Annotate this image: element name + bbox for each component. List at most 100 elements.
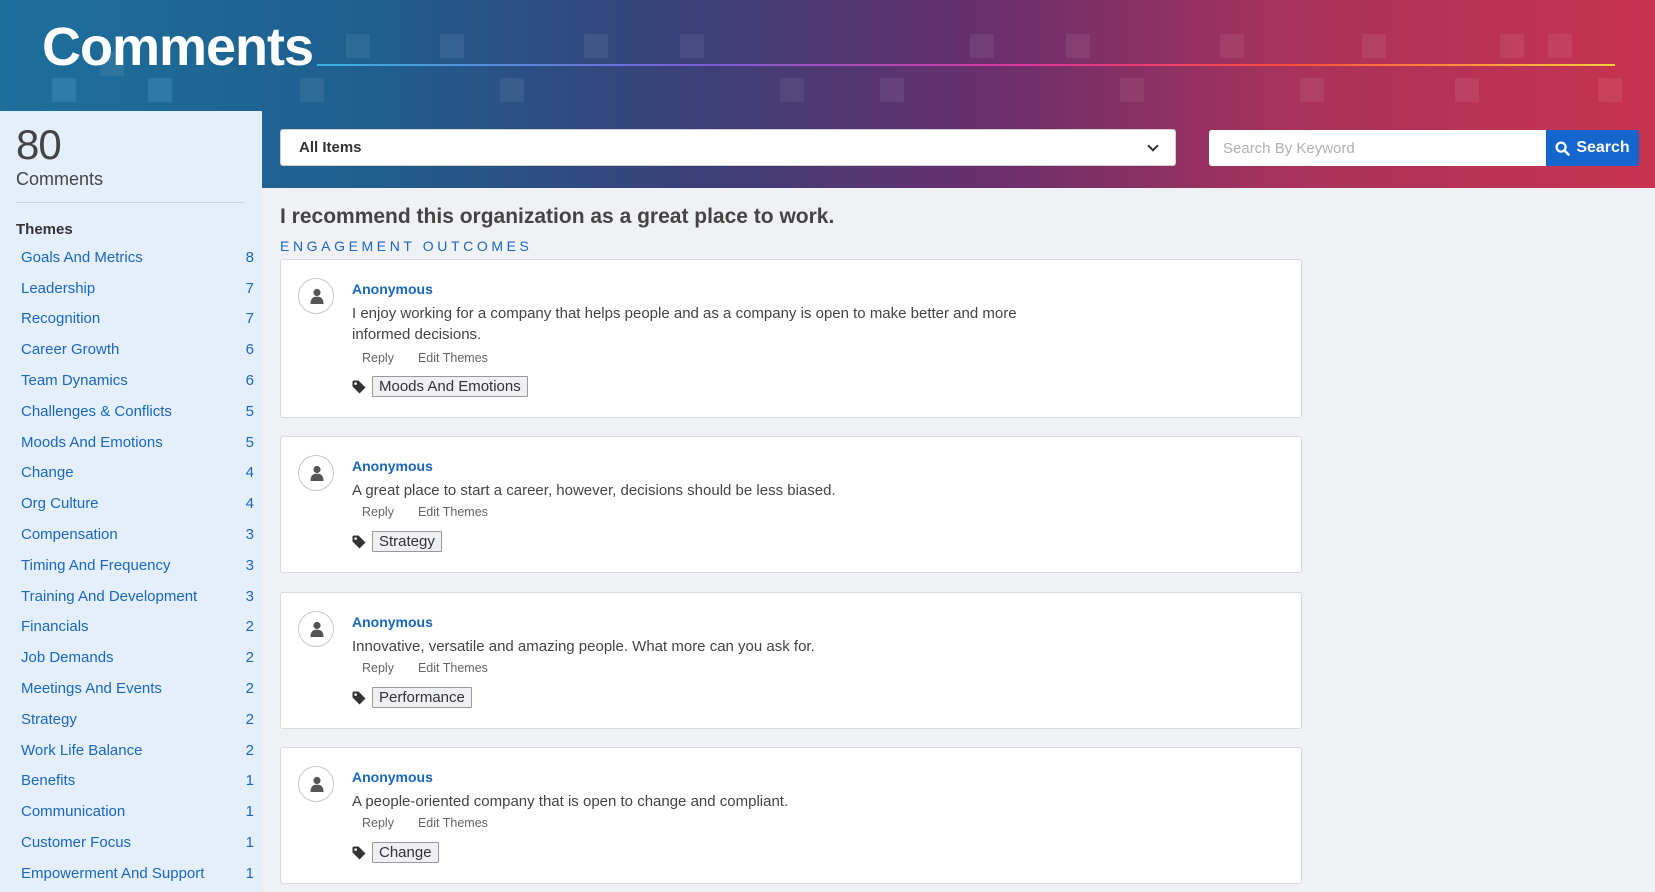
theme-label[interactable]: Goals And Metrics [21,249,143,266]
theme-count: 3 [245,526,254,544]
theme-tag[interactable]: Strategy [372,531,442,552]
theme-label[interactable]: Recognition [21,310,100,327]
item-filter-select[interactable]: All Items [280,129,1176,166]
edit-themes-link[interactable]: Edit Themes [418,351,488,365]
comment-card: Anonymous Innovative, versatile and amazi… [280,592,1302,729]
theme-label[interactable]: Change [21,464,74,481]
edit-themes-link[interactable]: Edit Themes [418,816,488,830]
theme-item[interactable]: Change 4 [16,458,262,489]
theme-label[interactable]: Meetings And Events [21,680,162,697]
theme-item[interactable]: Benefits 1 [16,766,262,797]
theme-label[interactable]: Leadership [21,280,95,297]
theme-item[interactable]: Compensation 3 [16,519,262,550]
theme-item[interactable]: Training And Development 3 [16,581,262,612]
theme-label[interactable]: Work Life Balance [21,742,142,759]
chevron-down-icon [1147,139,1159,152]
theme-item[interactable]: Team Dynamics 6 [16,365,262,396]
reply-link[interactable]: Reply [362,816,394,830]
theme-tag[interactable]: Moods And Emotions [372,376,528,397]
search-input[interactable] [1209,130,1547,166]
theme-item[interactable]: Goals And Metrics 8 [16,242,262,273]
theme-item[interactable]: Moods And Emotions 5 [16,427,262,458]
theme-count: 1 [245,772,254,790]
theme-count: 2 [245,710,254,728]
theme-label[interactable]: Customer Focus [21,834,131,851]
comment-author[interactable]: Anonymous [352,614,433,630]
theme-item[interactable]: Career Growth 6 [16,334,262,365]
reply-link[interactable]: Reply [362,661,394,675]
comment-text: A great place to start a career, however… [352,482,836,499]
theme-label[interactable]: Communication [21,803,125,820]
comment-card: Anonymous I enjoy working for a company t… [280,259,1302,418]
title-divider [317,64,1615,66]
theme-count: 3 [245,587,254,605]
theme-label[interactable]: Training And Development [21,588,197,605]
theme-item[interactable]: Leadership 7 [16,273,262,304]
avatar [298,766,334,802]
theme-item[interactable]: Challenges & Conflicts 5 [16,396,262,427]
theme-count: 2 [245,741,254,759]
theme-label[interactable]: Challenges & Conflicts [21,403,172,420]
search-button[interactable]: Search [1546,130,1639,166]
theme-item[interactable]: Communication 1 [16,796,262,827]
theme-item[interactable]: Work Life Balance 2 [16,735,262,766]
avatar [298,278,334,314]
reply-link[interactable]: Reply [362,351,394,365]
comment-author[interactable]: Anonymous [352,281,433,297]
comment-card: Anonymous A great place to start a career… [280,436,1302,573]
comment-tags: Moods And Emotions [352,376,528,397]
theme-item[interactable]: Recognition 7 [16,304,262,335]
comment-actions: Reply Edit Themes [362,351,488,365]
theme-label[interactable]: Team Dynamics [21,372,128,389]
theme-label[interactable]: Strategy [21,711,77,728]
themes-heading: Themes [16,221,73,238]
theme-label[interactable]: Empowerment And Support [21,865,204,882]
theme-count: 4 [245,464,254,482]
edit-themes-link[interactable]: Edit Themes [418,505,488,519]
user-icon [310,465,324,481]
theme-label[interactable]: Financials [21,618,89,635]
question-heading: I recommend this organization as a great… [280,205,835,228]
theme-item[interactable]: Strategy 2 [16,704,262,735]
theme-item[interactable]: Financials 2 [16,612,262,643]
item-filter-value: All Items [299,139,362,156]
comment-tags: Change [352,842,439,863]
comment-author[interactable]: Anonymous [352,458,433,474]
question-category: ENGAGEMENT OUTCOMES [280,238,533,254]
comment-actions: Reply Edit Themes [362,661,488,675]
comment-tags: Strategy [352,531,442,552]
avatar [298,455,334,491]
theme-item[interactable]: Timing And Frequency 3 [16,550,262,581]
edit-themes-link[interactable]: Edit Themes [418,661,488,675]
theme-item[interactable]: Meetings And Events 2 [16,673,262,704]
comment-count-label: Comments [16,169,244,203]
theme-label[interactable]: Compensation [21,526,118,543]
theme-count: 5 [245,402,254,420]
theme-label[interactable]: Org Culture [21,495,99,512]
theme-item[interactable]: Job Demands 2 [16,642,262,673]
theme-item[interactable]: Org Culture 4 [16,488,262,519]
theme-count: 1 [245,803,254,821]
theme-item[interactable]: Customer Focus 1 [16,827,262,858]
theme-label[interactable]: Job Demands [21,649,114,666]
theme-tag[interactable]: Performance [372,687,472,708]
tag-icon [352,535,366,548]
theme-label[interactable]: Career Growth [21,341,119,358]
user-icon [310,776,324,792]
reply-link[interactable]: Reply [362,505,394,519]
search-button-label: Search [1576,139,1630,156]
theme-label[interactable]: Timing And Frequency [21,557,171,574]
search-icon [1555,140,1571,156]
comment-text: A people-oriented company that is open t… [352,793,789,810]
sidebar: 80 Comments Themes Goals And Metrics 8 Lea… [0,111,262,892]
theme-label[interactable]: Benefits [21,772,75,789]
theme-count: 7 [245,310,254,328]
theme-count: 2 [245,680,254,698]
tag-icon [352,691,366,704]
theme-label[interactable]: Moods And Emotions [21,434,163,451]
theme-tag[interactable]: Change [372,842,439,863]
theme-item[interactable]: Empowerment And Support 1 [16,858,262,889]
comment-author[interactable]: Anonymous [352,769,433,785]
avatar [298,611,334,647]
comment-card: Anonymous A people-oriented company that … [280,747,1302,884]
